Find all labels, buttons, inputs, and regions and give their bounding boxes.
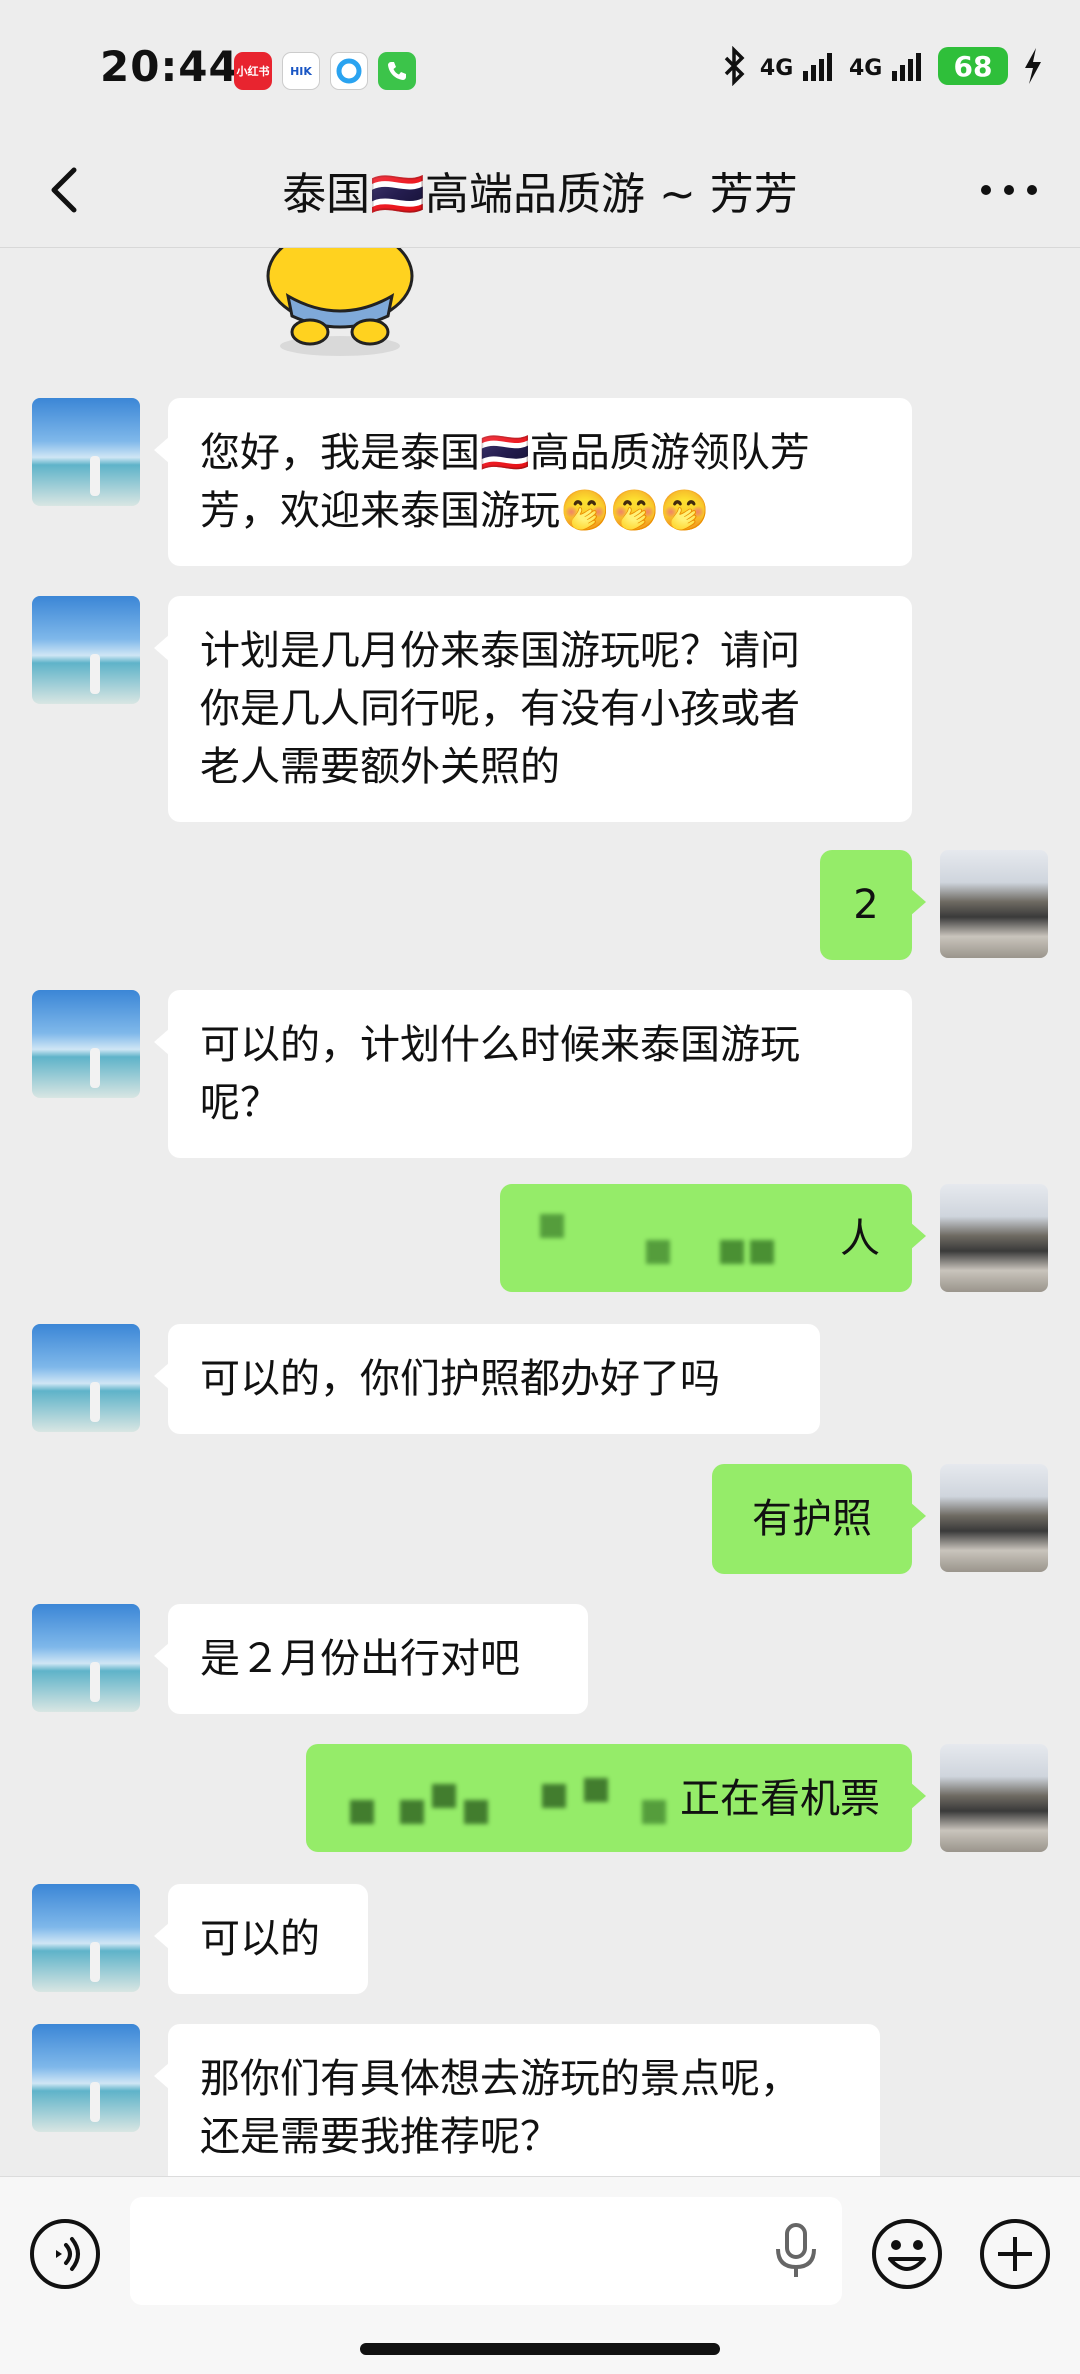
message-bubble-incoming[interactable]: 是２月份出行对吧 — [154, 1604, 588, 1714]
message-bubble-outgoing[interactable]: 2 — [820, 850, 926, 960]
status-indicators: 4G 4G 68 — [722, 46, 1044, 86]
charging-icon — [1025, 48, 1041, 84]
battery-indicator: 68 — [938, 47, 1008, 85]
bluetooth-icon — [724, 46, 745, 86]
blurred-message-text: 人 — [840, 1216, 880, 1262]
chat-title: 泰国🇹🇭高端品质游 ~ 芳芳 — [282, 169, 798, 220]
user-avatar[interactable] — [940, 1464, 1048, 1572]
message-bubble-incoming[interactable]: 可以的 — [154, 1884, 368, 1994]
user-avatar[interactable] — [940, 850, 1048, 958]
chat-message-list[interactable]: 您好，我是泰国🇹🇭高品质游领队芳 芳，欢迎来泰国游玩🤭🤭🤭 计划是几月份来泰国游… — [0, 248, 1080, 2176]
status-app-icons: 小红书 HIK — [234, 52, 416, 90]
chat-header: 泰国🇹🇭高端品质游 ~ 芳芳 — [0, 130, 1080, 248]
browser-icon — [330, 52, 368, 90]
message-text-input[interactable] — [130, 2197, 842, 2305]
message-bubble-outgoing-blurred[interactable]: 人 — [500, 1184, 926, 1292]
blurred-message-text: 正在看机票 — [680, 1776, 880, 1822]
contact-avatar[interactable] — [32, 1324, 140, 1432]
voice-mode-icon[interactable] — [28, 2217, 102, 2291]
message-bubble-outgoing[interactable]: 有护照 — [712, 1464, 926, 1574]
message-input-bar — [0, 2176, 1080, 2374]
contact-avatar[interactable] — [32, 990, 140, 1098]
message-bubble-incoming[interactable]: 您好，我是泰国🇹🇭高品质游领队芳 芳，欢迎来泰国游玩🤭🤭🤭 — [154, 398, 912, 566]
contact-avatar[interactable] — [32, 1604, 140, 1712]
message-bubble-incoming[interactable]: 可以的，你们护照都办好了吗 — [154, 1324, 820, 1434]
user-avatar[interactable] — [940, 1744, 1048, 1852]
signal-4g-1: 4G — [760, 51, 835, 81]
plus-more-icon[interactable] — [978, 2217, 1052, 2291]
contact-avatar[interactable] — [32, 398, 140, 506]
contact-avatar[interactable] — [32, 2024, 140, 2132]
message-bubble-outgoing-blurred[interactable]: 正在看机票 — [306, 1744, 926, 1852]
hikvision-icon: HIK — [282, 52, 320, 90]
user-avatar[interactable] — [940, 1184, 1048, 1292]
contact-avatar[interactable] — [32, 1884, 140, 1992]
more-options-icon[interactable] — [974, 160, 1044, 220]
phone-icon — [378, 52, 416, 90]
microphone-icon[interactable] — [770, 2221, 822, 2281]
duck-sticker-icon — [266, 248, 414, 356]
status-bar: 20:44 小红书 HIK 4G 4G 68 — [0, 0, 1080, 130]
emoji-icon[interactable] — [870, 2217, 944, 2291]
message-bubble-incoming[interactable]: 可以的，计划什么时候来泰国游玩 呢？ — [154, 990, 912, 1158]
signal-4g-2: 4G — [849, 51, 924, 81]
message-bubble-incoming[interactable]: 那你们有具体想去游玩的景点呢， 还是需要我推荐呢？ — [154, 2024, 880, 2176]
status-time: 20:44 — [100, 42, 239, 91]
xiaohongshu-icon: 小红书 — [234, 52, 272, 90]
message-bubble-incoming[interactable]: 计划是几月份来泰国游玩呢？请问 你是几人同行呢，有没有小孩或者 老人需要额外关照… — [154, 596, 912, 822]
home-indicator[interactable] — [360, 2343, 720, 2355]
contact-avatar[interactable] — [32, 596, 140, 704]
